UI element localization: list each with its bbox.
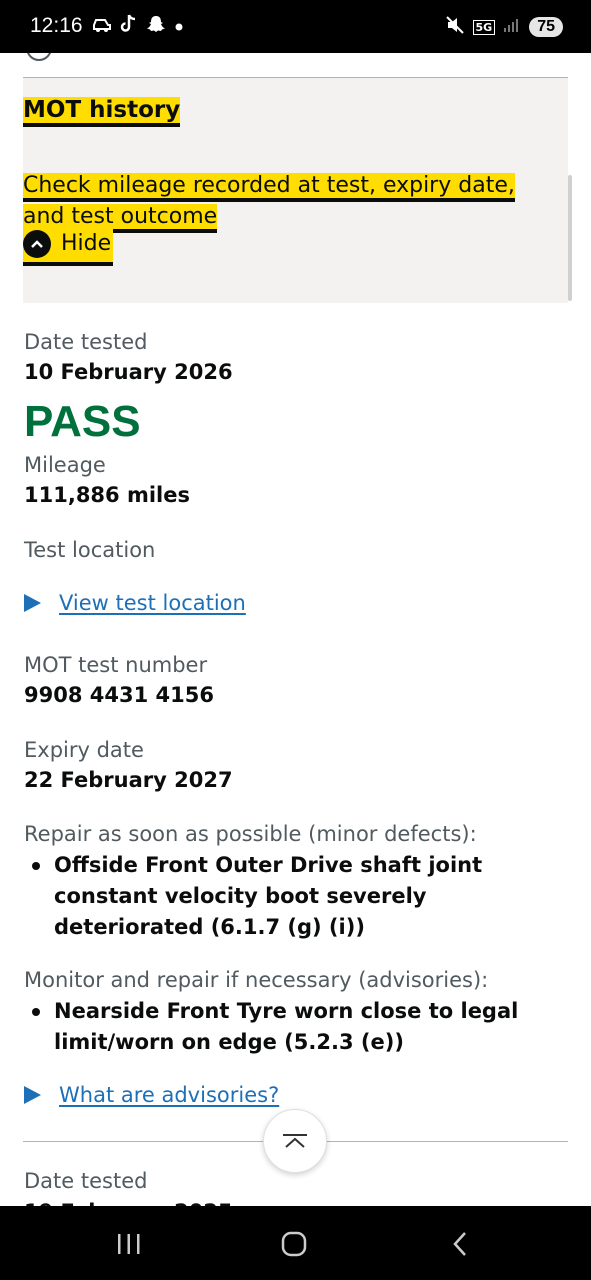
test-location-label: Test location	[24, 538, 156, 562]
advisories-list: Nearside Front Tyre worn close to legal …	[24, 996, 564, 1058]
hint-description-text: Check mileage recorded at test, expiry d…	[23, 173, 515, 229]
back-button[interactable]	[430, 1224, 490, 1264]
what-are-advisories-link[interactable]: What are advisories?	[59, 1081, 279, 1109]
advisories-label: Monitor and repair if necessary (advisor…	[24, 968, 489, 992]
test-result: PASS	[24, 397, 141, 446]
status-bar: 12:16 5G 75	[0, 0, 591, 53]
triangle-right-icon	[24, 1086, 41, 1104]
tiktok-icon	[120, 14, 138, 40]
what-are-advisories-toggle[interactable]: What are advisories?	[24, 1081, 279, 1109]
date-tested-value: 10 February 2026	[24, 360, 233, 384]
list-item: Nearside Front Tyre worn close to legal …	[24, 996, 564, 1058]
page-content: MOT history Check mileage recorded at te…	[0, 53, 591, 1206]
navigation-bar	[0, 1206, 591, 1280]
hide-button[interactable]: Hide	[23, 226, 114, 262]
expiry-date-label: Expiry date	[24, 738, 144, 762]
car-icon	[92, 15, 112, 39]
view-test-location-toggle[interactable]: View test location	[24, 589, 246, 617]
list-item: Offside Front Outer Drive shaft joint co…	[24, 850, 564, 943]
mileage-value: 111,886 miles	[24, 483, 190, 507]
system-indicators: 5G 75	[445, 15, 563, 39]
recent-apps-icon	[118, 1234, 140, 1254]
minor-defects-label: Repair as soon as possible (minor defect…	[24, 822, 477, 846]
chevron-up-icon	[23, 230, 51, 258]
notification-icons	[92, 14, 184, 40]
back-to-top-button[interactable]	[263, 1109, 327, 1173]
mot-test-number-value: 9908 4431 4156	[24, 683, 214, 707]
hint-title-text: MOT history	[23, 97, 181, 123]
next-date-tested-value: 19 February 2025	[24, 1198, 233, 1206]
partial-circle-icon	[26, 53, 52, 61]
mileage-label: Mileage	[24, 453, 106, 477]
signal-icon	[503, 17, 521, 37]
mot-history-hint: MOT history Check mileage recorded at te…	[23, 78, 568, 303]
scrollbar-thumb[interactable]	[568, 175, 572, 301]
recent-apps-button[interactable]	[99, 1224, 159, 1264]
network-5g-icon: 5G	[472, 19, 496, 35]
home-button[interactable]	[264, 1224, 324, 1264]
triangle-right-icon	[24, 594, 41, 612]
back-icon	[453, 1232, 466, 1256]
mot-test-number-label: MOT test number	[24, 653, 208, 677]
mute-icon	[445, 15, 465, 39]
home-icon	[281, 1231, 307, 1257]
date-tested-label: Date tested	[24, 330, 148, 354]
view-test-location-link[interactable]: View test location	[59, 589, 246, 617]
expiry-date-value: 22 February 2027	[24, 768, 233, 792]
dot-icon	[174, 16, 184, 38]
battery-indicator: 75	[529, 17, 563, 37]
hint-description: Check mileage recorded at test, expiry d…	[23, 170, 563, 232]
minor-defects-list: Offside Front Outer Drive shaft joint co…	[24, 850, 564, 943]
hide-label: Hide	[61, 231, 112, 256]
hint-title: MOT history	[23, 94, 181, 127]
next-date-tested-label: Date tested	[24, 1169, 148, 1193]
snapchat-icon	[146, 14, 166, 40]
chevron-up-icon	[283, 1134, 307, 1148]
status-time: 12:16	[30, 14, 83, 37]
